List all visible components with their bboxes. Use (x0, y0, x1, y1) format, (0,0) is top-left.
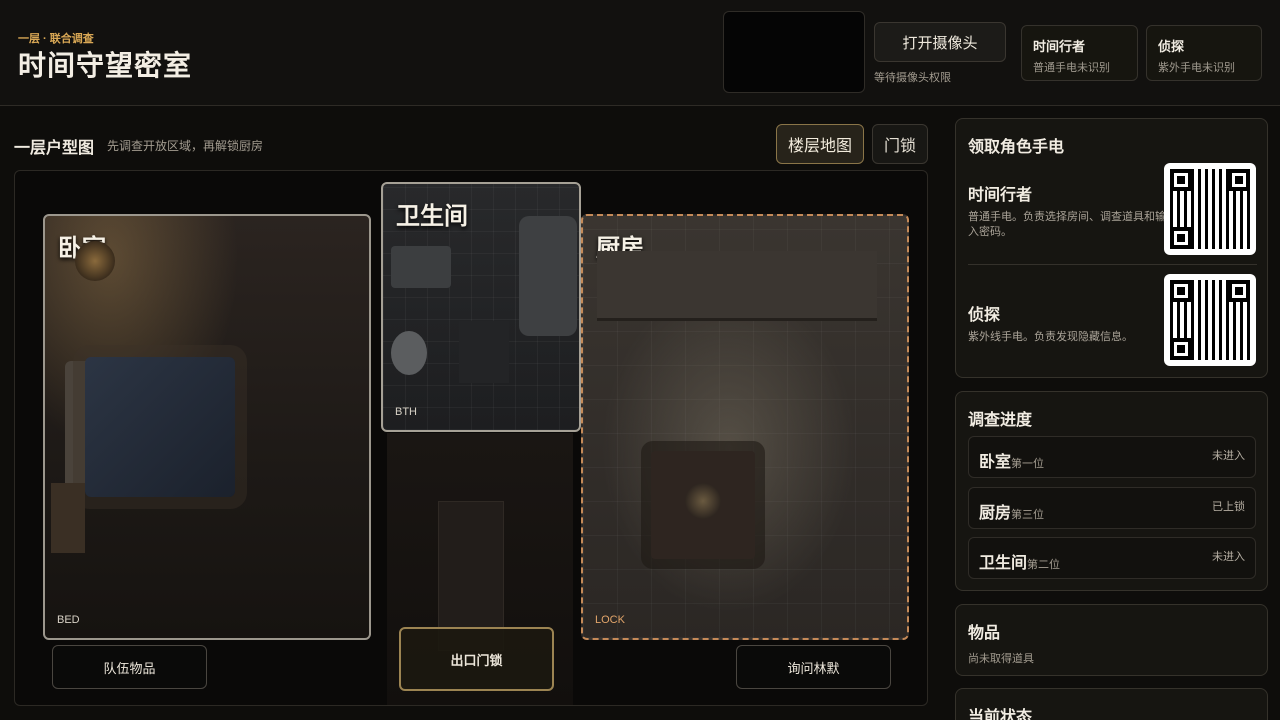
panel-title: 当前状态 (968, 709, 1033, 720)
flashlight-name: 时间行者 (968, 187, 1033, 204)
ask-linmo-button[interactable]: 询问林默 (736, 645, 891, 689)
toilet (391, 331, 427, 375)
flashlight-detective: 侦探 紫外线手电。负责发现隐藏信息。 (968, 301, 1168, 345)
role-name: 时间行者 (1033, 39, 1086, 54)
room-code: BED (57, 614, 80, 626)
progress-room-name: 厨房 (979, 505, 1012, 522)
role-status: 普通手电未识别 (1033, 62, 1110, 74)
nightstand (51, 483, 85, 553)
flashlight-desc: 紫外线手电。负责发现隐藏信息。 (968, 331, 1133, 343)
status-panel: 当前状态 (955, 688, 1268, 720)
progress-status: 已上锁 (1212, 501, 1245, 513)
camera-status: 等待摄像头权限 (874, 72, 951, 84)
bed (85, 357, 235, 497)
sink (391, 246, 451, 288)
role-card-time-walker: 时间行者 普通手电未识别 (1021, 25, 1138, 81)
bathtub (519, 216, 577, 336)
panel-title: 调查进度 (968, 412, 1033, 429)
panel-title: 物品 (968, 625, 1001, 642)
progress-room-name: 卧室 (979, 454, 1012, 471)
tab-floor-map[interactable]: 楼层地图 (776, 124, 864, 164)
kitchen-counter (597, 251, 877, 321)
items-panel: 物品 尚未取得道具 (955, 604, 1268, 676)
room-code: BTH (395, 406, 417, 418)
room-label: 卫生间 (396, 203, 468, 230)
progress-status: 未进入 (1212, 450, 1245, 462)
divider (968, 264, 1257, 265)
progress-room-name: 卫生间 (979, 555, 1028, 572)
top-header: 一层 · 联合调查 时间守望密室 打开摄像头 等待摄像头权限 时间行者 普通手电… (0, 0, 1280, 106)
map-hint: 先调查开放区域，再解锁厨房 (107, 139, 264, 153)
items-empty-text: 尚未取得道具 (968, 653, 1034, 665)
map-title: 一层户型图 (14, 140, 95, 157)
qr-code-detective[interactable] (1164, 274, 1256, 366)
team-items-button[interactable]: 队伍物品 (52, 645, 207, 689)
progress-status: 未进入 (1212, 551, 1245, 563)
progress-item-bedroom: 卧室第一位 未进入 (968, 436, 1256, 478)
progress-panel: 调查进度 卧室第一位 未进入 厨房第三位 已上锁 卫生间第二位 未进入 (955, 391, 1268, 591)
progress-item-kitchen: 厨房第三位 已上锁 (968, 487, 1256, 529)
floor-plan: 卧室 BED 卫生间 BTH 厨房 LOCK 队伍物品 出口门锁 询问林默 (14, 170, 928, 706)
lamp (75, 241, 115, 281)
room-code: LOCK (595, 614, 625, 626)
flashlight-time-walker: 时间行者 普通手电。负责选择房间、调查道具和输入密码。 (968, 181, 1168, 240)
role-status: 紫外手电未识别 (1158, 62, 1235, 74)
open-camera-button[interactable]: 打开摄像头 (874, 22, 1006, 62)
role-card-detective: 侦探 紫外手电未识别 (1146, 25, 1262, 81)
flashlight-panel: 领取角色手电 时间行者 普通手电。负责选择房间、调查道具和输入密码。 侦探 紫外… (955, 118, 1268, 378)
fruit-bowl (685, 483, 721, 519)
qr-code-time-walker[interactable] (1164, 163, 1256, 255)
flashlight-desc: 普通手电。负责选择房间、调查道具和输入密码。 (968, 211, 1166, 238)
camera-preview (723, 11, 865, 93)
role-name: 侦探 (1158, 39, 1185, 54)
progress-order: 第一位 (1011, 458, 1045, 470)
bath-mat (459, 321, 509, 383)
progress-order: 第二位 (1027, 559, 1061, 571)
tab-door-lock[interactable]: 门锁 (872, 124, 928, 164)
flashlight-name: 侦探 (968, 307, 1001, 324)
page-title: 时间守望密室 (18, 50, 193, 81)
progress-item-bathroom: 卫生间第二位 未进入 (968, 537, 1256, 579)
exit-lock-button[interactable]: 出口门锁 (399, 627, 554, 691)
panel-title: 领取角色手电 (968, 139, 1065, 156)
progress-order: 第三位 (1011, 509, 1045, 521)
